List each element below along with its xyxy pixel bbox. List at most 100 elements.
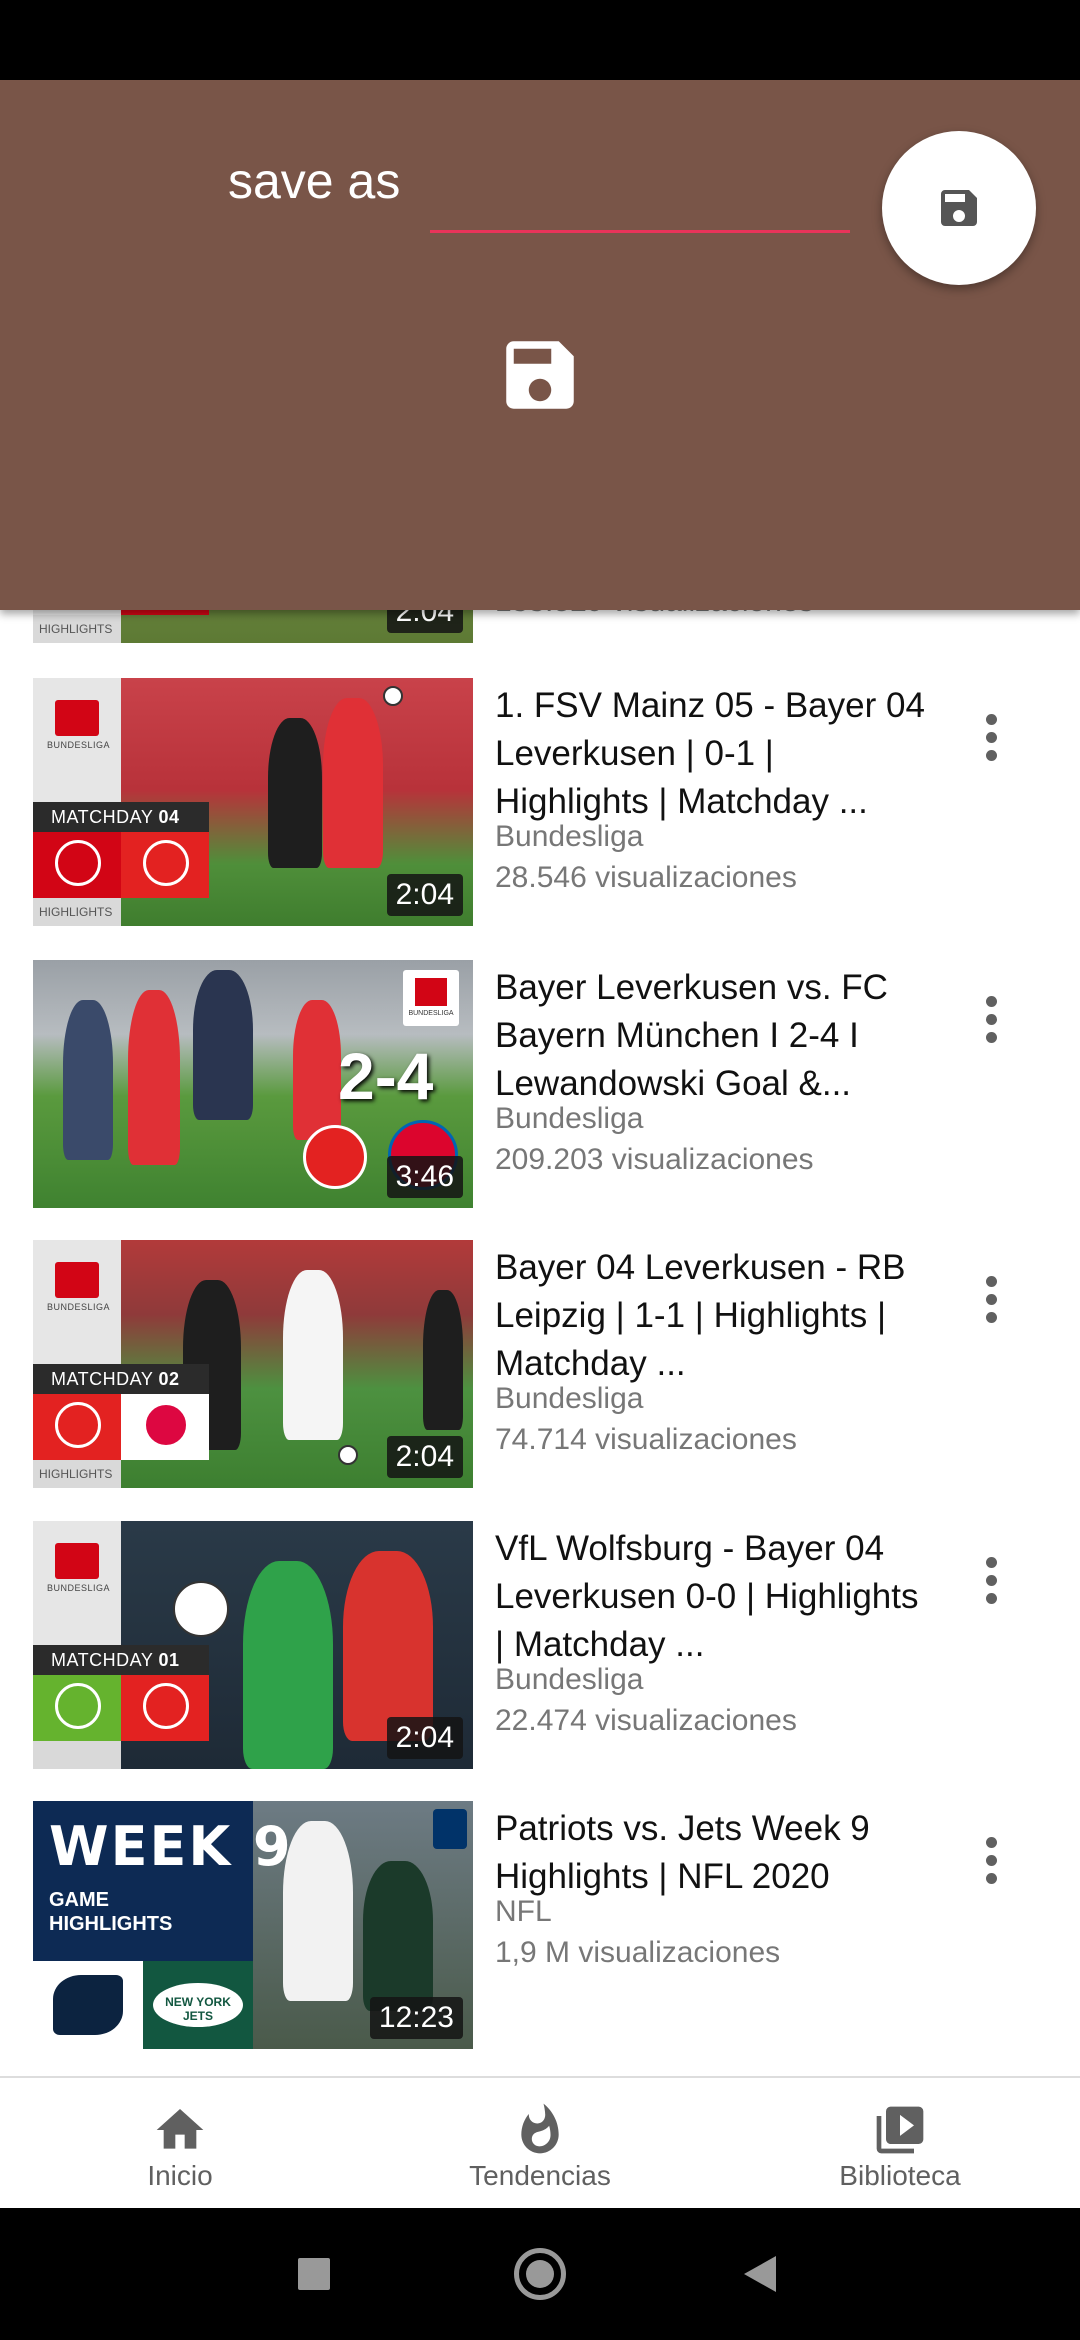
save-as-input[interactable] (430, 150, 850, 233)
bundesliga-logo-text: BUNDESLIGA (408, 1010, 454, 1017)
video-duration: 2:04 (386, 1717, 463, 1759)
player-figure (128, 990, 180, 1165)
leverkusen-crest-icon (143, 840, 189, 886)
leverkusen-crest-icon (143, 1683, 189, 1729)
club-box-leverkusen (33, 1394, 121, 1460)
week-label: WEEK 9 (49, 1815, 293, 1878)
nav-item-biblioteca[interactable]: Biblioteca (750, 2078, 1050, 2210)
matchday-band: MATCHDAY 01 (33, 1645, 209, 1675)
bundesliga-logo-icon (55, 1262, 99, 1298)
circle-home-icon[interactable] (514, 2248, 566, 2300)
club-box-leverkusen (121, 832, 209, 898)
leipzig-crest-icon (143, 1402, 189, 1448)
status-bar (0, 0, 1080, 80)
nav-item-tendencias[interactable]: Tendencias (390, 2078, 690, 2210)
save-icon (506, 341, 574, 409)
ball (173, 1581, 229, 1637)
video-channel[interactable]: Bundesliga (495, 1102, 643, 1136)
highlights-tag: HIGHLIGHTS (33, 615, 121, 643)
nav-label: Inicio (147, 2160, 213, 2191)
player-figure (283, 1270, 343, 1440)
ball (338, 1445, 358, 1465)
nav-label: Tendencias (469, 2160, 611, 2191)
save-as-label: save as (228, 153, 401, 209)
video-thumbnail[interactable]: BUNDESLIGA MATCHDAY 04 HIGHLIGHTS 2:04 (33, 678, 473, 926)
club-box-wolfsburg (33, 1675, 121, 1741)
video-title[interactable]: 1. FSV Mainz 05 - Bayer 04 Leverkusen | … (495, 682, 925, 826)
video-duration: 3:46 (386, 1156, 463, 1198)
score-overlay: 2-4 (338, 1039, 434, 1113)
leverkusen-crest-icon (303, 1125, 367, 1189)
more-options-button[interactable] (970, 1831, 1014, 1891)
video-duration: 12:23 (369, 1997, 463, 2039)
video-thumbnail[interactable]: BUNDESLIGA MATCHDAY 02 HIGHLIGHTS 2:04 (33, 1240, 473, 1488)
video-channel[interactable]: Bundesliga (495, 820, 643, 854)
more-options-button[interactable] (970, 708, 1014, 768)
jets-logo-icon: NEW YORK JETS (143, 1961, 253, 2049)
more-options-button[interactable] (970, 1270, 1014, 1330)
video-thumbnail[interactable]: WEEK 9 GAME HIGHLIGHTS NEW YORK JETS 12:… (33, 1801, 473, 2049)
wolfsburg-crest-icon (55, 1683, 101, 1729)
ball (383, 686, 403, 706)
nav-label: Biblioteca (839, 2160, 961, 2191)
save-fab-button[interactable] (882, 131, 1036, 285)
player-figure (193, 970, 253, 1120)
highlights-tag: HIGHLIGHTS (33, 1460, 121, 1488)
nav-item-inicio[interactable]: Inicio (30, 2078, 330, 2210)
video-views: 28.546 visualizaciones (495, 861, 797, 894)
video-title[interactable]: VfL Wolfsburg - Bayer 04 Leverkusen 0-0 … (495, 1525, 925, 1669)
square-recents-icon[interactable] (298, 2258, 330, 2290)
player-figure (363, 1861, 433, 2011)
bundesliga-logo-badge: BUNDESLIGA (403, 970, 459, 1026)
home-icon (156, 2109, 204, 2149)
bundesliga-logo-text: BUNDESLIGA (47, 1302, 111, 1312)
video-title[interactable]: Patriots vs. Jets Week 9 Highlights | NF… (495, 1805, 925, 1901)
video-views: 74.714 visualizaciones (495, 1423, 797, 1456)
game-highlights-line1: GAME (49, 1889, 109, 1911)
more-options-button[interactable] (970, 1551, 1014, 1611)
player-figure (323, 698, 383, 868)
bundesliga-logo-icon (415, 978, 447, 1006)
player-figure (283, 1821, 353, 2001)
list-item[interactable]: BUNDESLIGA 2-4 3:46 Bayer Leverkusen vs.… (0, 960, 1080, 1208)
bottom-navigation: Inicio Tendencias Biblioteca (0, 2076, 1080, 2210)
video-title[interactable]: Bayer Leverkusen vs. FC Bayern München I… (495, 964, 925, 1108)
video-channel[interactable]: NFL (495, 1895, 552, 1929)
mainz-crest-icon (55, 840, 101, 886)
player-figure (268, 718, 322, 868)
club-box-leverkusen (121, 1675, 209, 1741)
video-title[interactable]: Bayer 04 Leverkusen - RB Leipzig | 1-1 |… (495, 1244, 925, 1388)
player-figure (423, 1290, 463, 1430)
game-highlights-line2: HIGHLIGHTS (49, 1913, 173, 1935)
nfl-logo-icon (433, 1809, 467, 1849)
leverkusen-crest-icon (55, 1402, 101, 1448)
video-duration: 2:04 (386, 1436, 463, 1478)
matchday-band: MATCHDAY 02 (33, 1364, 209, 1394)
bundesliga-logo-icon (55, 1543, 99, 1579)
save-icon (941, 190, 977, 226)
video-channel[interactable]: Bundesliga (495, 1382, 643, 1416)
list-item[interactable]: BUNDESLIGA MATCHDAY 01 2:04 VfL Wolfsbur… (0, 1521, 1080, 1769)
triangle-back-icon[interactable] (742, 2254, 778, 2294)
video-views: 22.474 visualizaciones (495, 1704, 797, 1737)
player-figure (63, 1000, 113, 1160)
patriots-logo-icon (33, 1961, 143, 2049)
save-button[interactable] (495, 330, 585, 425)
video-duration: 2:04 (386, 874, 463, 916)
player-figure (343, 1551, 433, 1741)
system-navigation-bar (0, 2208, 1080, 2340)
bundesliga-logo-icon (55, 700, 99, 736)
list-item[interactable]: BUNDESLIGA MATCHDAY 02 HIGHLIGHTS 2:04 B… (0, 1240, 1080, 1488)
save-as-panel: save as (0, 80, 1080, 610)
list-item[interactable]: BUNDESLIGA MATCHDAY 04 HIGHLIGHTS 2:04 1… (0, 678, 1080, 926)
video-thumbnail[interactable]: BUNDESLIGA MATCHDAY 01 2:04 (33, 1521, 473, 1769)
bundesliga-logo-text: BUNDESLIGA (47, 1583, 111, 1593)
matchday-band: MATCHDAY 04 (33, 802, 209, 832)
more-options-button[interactable] (970, 990, 1014, 1050)
list-item[interactable]: WEEK 9 GAME HIGHLIGHTS NEW YORK JETS 12:… (0, 1801, 1080, 2049)
player-figure (293, 1000, 341, 1140)
video-thumbnail[interactable]: BUNDESLIGA 2-4 3:46 (33, 960, 473, 1208)
bundesliga-logo-text: BUNDESLIGA (47, 740, 111, 750)
library-icon (876, 2106, 924, 2154)
video-channel[interactable]: Bundesliga (495, 1663, 643, 1697)
